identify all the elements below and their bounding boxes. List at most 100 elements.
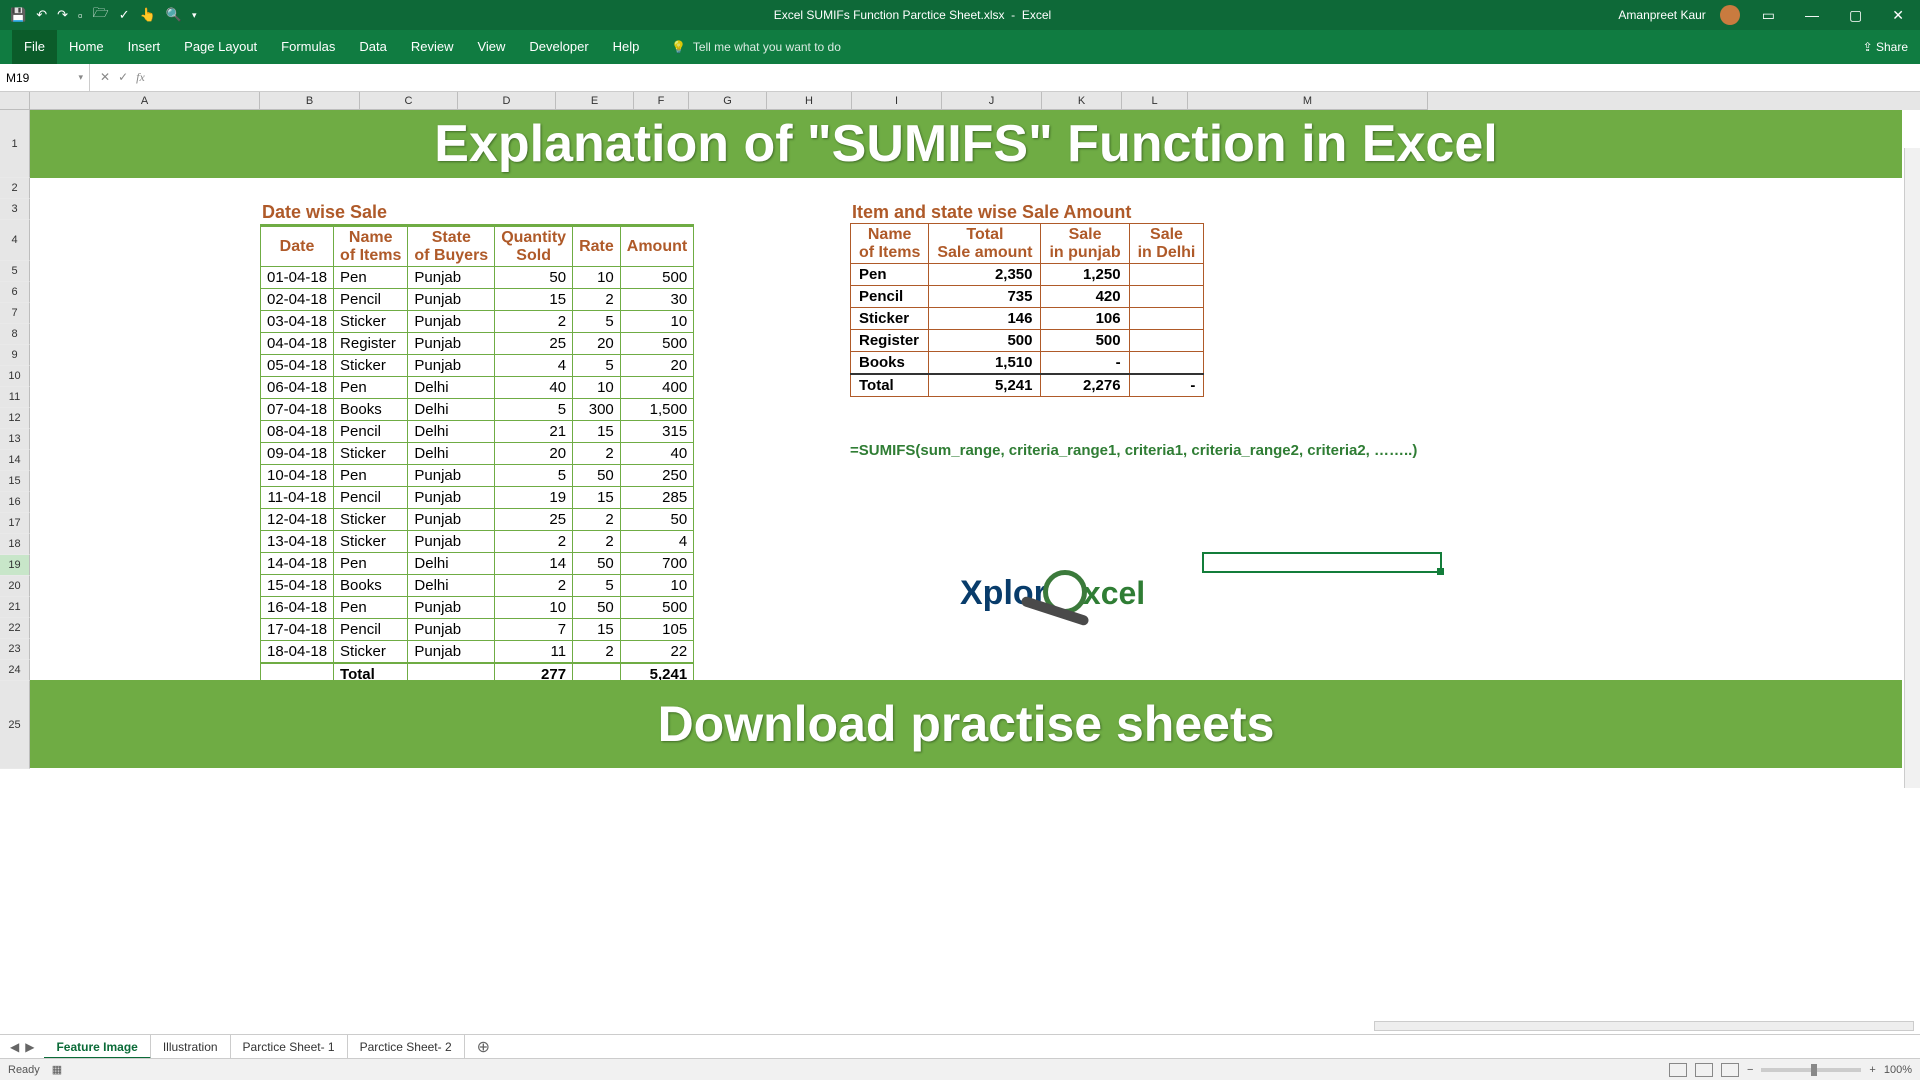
row-header-9[interactable]: 9 [0,345,30,366]
cell[interactable]: 500 [1041,330,1129,352]
cell[interactable]: Sticker [851,308,929,330]
print-preview-icon[interactable]: 🔍 [166,7,182,23]
cell[interactable]: 14-04-18 [261,553,334,575]
table-row[interactable]: 09-04-18StickerDelhi20240 [261,443,694,465]
cell[interactable]: Delhi [408,575,495,597]
cell[interactable]: 20 [620,355,693,377]
row-header-12[interactable]: 12 [0,408,30,429]
sheet-tab-feature-image[interactable]: Feature Image [44,1035,150,1059]
table-row[interactable]: Sticker146106 [851,308,1204,330]
cell[interactable]: Punjab [408,311,495,333]
tab-data[interactable]: Data [347,30,398,64]
cell[interactable]: 146 [929,308,1041,330]
tab-insert[interactable]: Insert [116,30,173,64]
formula-input[interactable] [155,71,1920,85]
row-header-1[interactable]: 1 [0,110,30,178]
tab-formulas[interactable]: Formulas [269,30,347,64]
cell[interactable]: 2,350 [929,264,1041,286]
cell[interactable]: 4 [495,355,573,377]
col-header-D[interactable]: D [458,92,556,110]
cell[interactable]: Pencil [334,619,408,641]
minimize-icon[interactable]: — [1797,7,1827,23]
table-row[interactable]: 08-04-18PencilDelhi2115315 [261,421,694,443]
cell[interactable]: 500 [929,330,1041,352]
cell[interactable]: 16-04-18 [261,597,334,619]
table-row[interactable]: 18-04-18StickerPunjab11222 [261,641,694,664]
row-header-19[interactable]: 19 [0,555,30,576]
cell[interactable]: Sticker [334,509,408,531]
cell[interactable]: 30 [620,289,693,311]
cell[interactable]: 105 [620,619,693,641]
cell[interactable]: 500 [620,333,693,355]
cell[interactable]: Punjab [408,267,495,289]
active-cell[interactable] [1202,552,1442,573]
cell[interactable]: 05-04-18 [261,355,334,377]
sheet-tab-illustration[interactable]: Illustration [151,1035,231,1059]
page-layout-view-icon[interactable] [1695,1063,1713,1077]
row-header-6[interactable]: 6 [0,282,30,303]
cell[interactable]: 02-04-18 [261,289,334,311]
row-header-18[interactable]: 18 [0,534,30,555]
macro-record-icon[interactable]: ▦ [52,1063,62,1076]
cell[interactable]: 11-04-18 [261,487,334,509]
cell[interactable]: Pen [334,465,408,487]
cell[interactable]: 14 [495,553,573,575]
cell[interactable] [1129,264,1204,286]
cell[interactable]: 2 [573,531,621,553]
row-header-2[interactable]: 2 [0,178,30,199]
sheet-tab-parctice-sheet--2[interactable]: Parctice Sheet- 2 [348,1035,465,1059]
tab-help[interactable]: Help [601,30,652,64]
cell[interactable]: Punjab [408,289,495,311]
col-header-M[interactable]: M [1188,92,1428,110]
cell[interactable]: 735 [929,286,1041,308]
cell[interactable]: 700 [620,553,693,575]
horizontal-scrollbar[interactable] [1374,1021,1914,1031]
cell[interactable]: 25 [495,333,573,355]
cell[interactable]: 285 [620,487,693,509]
cancel-fx-icon[interactable]: ✕ [100,70,110,85]
cell[interactable] [1129,352,1204,375]
cell[interactable]: 2 [573,641,621,664]
name-box[interactable]: M19 ▾ [0,64,90,91]
row-header-10[interactable]: 10 [0,366,30,387]
cell[interactable]: Pencil [334,289,408,311]
row-header-8[interactable]: 8 [0,324,30,345]
row-header-14[interactable]: 14 [0,450,30,471]
cell[interactable]: 2 [573,509,621,531]
row-header-20[interactable]: 20 [0,576,30,597]
cell[interactable]: 2 [495,575,573,597]
cell[interactable]: Sticker [334,443,408,465]
share-button[interactable]: ⇪ Share [1863,40,1908,54]
tab-view[interactable]: View [465,30,517,64]
cell[interactable]: 20 [573,333,621,355]
cell[interactable]: Delhi [408,399,495,421]
table-row[interactable]: 03-04-18StickerPunjab2510 [261,311,694,333]
cell[interactable]: Pen [334,267,408,289]
tab-page-layout[interactable]: Page Layout [172,30,269,64]
zoom-level[interactable]: 100% [1884,1064,1912,1076]
redo-icon[interactable]: ↷ [57,7,68,23]
cell[interactable]: Punjab [408,333,495,355]
row-header-5[interactable]: 5 [0,261,30,282]
cell[interactable] [1129,286,1204,308]
row-header-25[interactable]: 25 [0,681,30,769]
cell[interactable]: Delhi [408,553,495,575]
cell[interactable]: 12-04-18 [261,509,334,531]
cell[interactable]: 50 [495,267,573,289]
worksheet[interactable]: Explanation of "SUMIFS" Function in Exce… [30,110,1920,786]
cell[interactable]: 15 [573,619,621,641]
cell[interactable]: Sticker [334,311,408,333]
zoom-out-icon[interactable]: − [1747,1064,1753,1076]
new-icon[interactable]: ▫ [78,8,83,23]
table-row[interactable]: Books1,510- [851,352,1204,375]
cell[interactable]: 106 [1041,308,1129,330]
cell[interactable]: Punjab [408,509,495,531]
row-header-13[interactable]: 13 [0,429,30,450]
row-header-17[interactable]: 17 [0,513,30,534]
cell[interactable]: 22 [620,641,693,664]
cell[interactable]: 5 [495,465,573,487]
tab-developer[interactable]: Developer [517,30,600,64]
cell[interactable]: 10 [573,267,621,289]
cell[interactable]: Pen [851,264,929,286]
cell[interactable]: 19 [495,487,573,509]
